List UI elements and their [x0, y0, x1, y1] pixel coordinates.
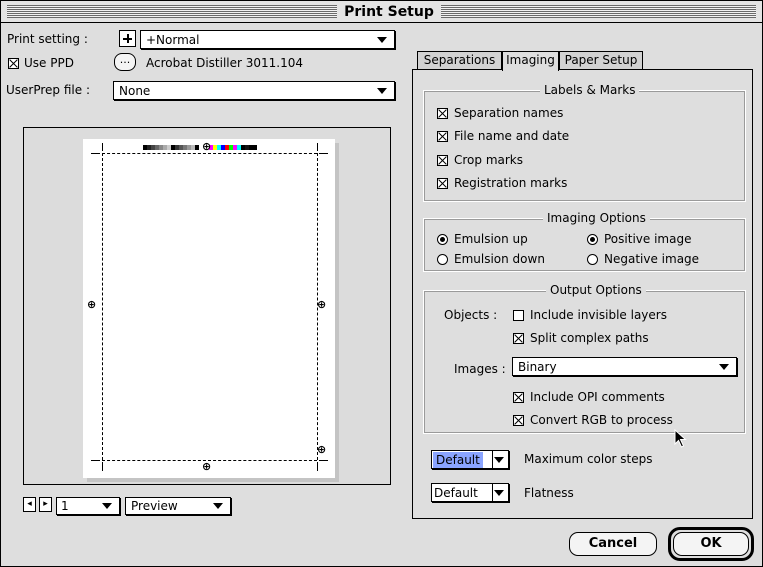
registration-mark: ⊕	[317, 298, 327, 311]
emulsion-down-radio[interactable]	[437, 254, 448, 265]
print-setup-window: Print Setup Print setting : +Normal Use …	[0, 0, 763, 567]
crop-mark	[317, 462, 318, 471]
add-setting-button[interactable]	[119, 30, 136, 47]
split-complex-paths-checkbox[interactable]	[513, 333, 524, 344]
ppd-select-button[interactable]: ...	[114, 53, 136, 71]
window-title: Print Setup	[337, 2, 441, 22]
use-ppd-label: Use PPD	[24, 56, 74, 70]
imaging-options-group: Imaging Options Emulsion up Emulsion dow…	[423, 211, 746, 272]
page-right-icon: ▸	[43, 499, 48, 509]
registration-mark: ⊕	[202, 140, 212, 153]
file-name-date-label: File name and date	[454, 129, 570, 143]
positive-image-radio[interactable]	[587, 234, 598, 245]
popup-divider	[492, 451, 493, 468]
include-invisible-layers-checkbox[interactable]	[513, 310, 524, 321]
separation-names-checkbox[interactable]	[437, 108, 448, 119]
ok-button[interactable]: OK	[673, 532, 749, 556]
crop-marks-checkbox[interactable]	[437, 155, 448, 166]
ppd-name: Acrobat Distiller 3011.104	[146, 56, 304, 70]
max-color-steps-popup[interactable]: Default	[431, 450, 509, 469]
emulsion-up-radio[interactable]	[437, 234, 448, 245]
page-number: 1	[61, 499, 69, 513]
tab-paper-setup[interactable]: Paper Setup	[559, 51, 643, 70]
crop-marks-label: Crop marks	[454, 153, 523, 167]
view-mode-value: Preview	[131, 499, 178, 513]
userprep-label: UserPrep file :	[6, 83, 90, 97]
chevron-down-icon	[377, 88, 387, 94]
gray-calibration-bar	[143, 145, 199, 150]
chevron-down-icon	[719, 364, 729, 370]
registration-mark: ⊕	[202, 460, 212, 473]
max-color-steps-value: Default	[433, 452, 483, 468]
file-name-date-checkbox[interactable]	[437, 131, 448, 142]
trim-line	[102, 153, 103, 460]
tab-separations[interactable]: Separations	[417, 51, 502, 70]
next-page-button[interactable]: ▸	[39, 497, 52, 512]
separation-names-label: Separation names	[454, 106, 564, 120]
labels-marks-group: Labels & Marks Separation names File nam…	[423, 83, 746, 202]
images-label: Images :	[454, 362, 506, 376]
flatness-popup[interactable]: Default	[431, 483, 509, 502]
crop-mark	[91, 460, 100, 461]
crop-mark	[91, 153, 100, 154]
preview-page: ⊕ ⊕ ⊕ ⊕ ⊕	[83, 139, 335, 478]
print-setting-value: +Normal	[146, 33, 200, 47]
registration-marks-label: Registration marks	[454, 176, 568, 190]
imaging-options-title: Imaging Options	[543, 211, 650, 225]
view-mode-popup[interactable]: Preview	[125, 497, 231, 515]
images-popup[interactable]: Binary	[512, 357, 737, 376]
output-options-title: Output Options	[546, 283, 646, 297]
registration-mark: ⊕	[87, 298, 97, 311]
labels-marks-title: Labels & Marks	[540, 83, 640, 97]
popup-divider	[492, 484, 493, 501]
chevron-down-icon	[102, 503, 112, 509]
tab-imaging[interactable]: Imaging	[502, 51, 559, 71]
convert-rgb-checkbox[interactable]	[513, 415, 524, 426]
negative-image-label: Negative image	[604, 252, 700, 266]
flatness-label: Flatness	[524, 486, 574, 500]
chevron-down-icon	[494, 490, 504, 496]
registration-mark: ⊕	[317, 443, 327, 456]
crop-mark	[319, 460, 328, 461]
emulsion-up-label: Emulsion up	[454, 232, 528, 246]
title-bar-stripes	[441, 5, 756, 18]
include-invisible-layers-label: Include invisible layers	[530, 308, 667, 322]
imaging-tab-panel: Labels & Marks Separation names File nam…	[412, 69, 753, 519]
color-calibration-bar	[209, 145, 257, 150]
crop-mark	[319, 153, 328, 154]
previous-page-button[interactable]: ◂	[23, 497, 36, 512]
title-bar-stripes	[7, 5, 337, 18]
max-color-steps-label: Maximum color steps	[524, 452, 653, 466]
images-value: Binary	[518, 360, 557, 374]
emulsion-down-label: Emulsion down	[454, 252, 545, 266]
include-opi-comments-label: Include OPI comments	[530, 390, 665, 404]
title-bar[interactable]: Print Setup	[1, 1, 762, 23]
trim-line	[102, 153, 317, 154]
crop-mark	[102, 462, 103, 471]
chevron-down-icon	[213, 503, 223, 509]
flatness-value: Default	[434, 486, 478, 500]
use-ppd-checkbox[interactable]	[8, 58, 19, 69]
page-number-popup[interactable]: 1	[56, 497, 120, 515]
output-options-group: Output Options Objects : Include invisib…	[423, 283, 746, 434]
convert-rgb-label: Convert RGB to process	[530, 413, 673, 427]
cancel-button[interactable]: Cancel	[569, 532, 657, 556]
chevron-down-icon	[377, 37, 387, 43]
userprep-value: None	[119, 84, 151, 98]
positive-image-label: Positive image	[604, 232, 692, 246]
print-setting-label: Print setting :	[7, 32, 88, 46]
crop-mark	[102, 143, 103, 151]
chevron-down-icon	[494, 457, 504, 463]
mouse-cursor-icon	[674, 429, 687, 448]
print-setting-popup[interactable]: +Normal	[140, 30, 395, 49]
userprep-popup[interactable]: None	[113, 81, 395, 100]
page-preview: ⊕ ⊕ ⊕ ⊕ ⊕	[23, 127, 391, 485]
page-left-icon: ◂	[27, 499, 32, 509]
split-complex-paths-label: Split complex paths	[530, 331, 649, 345]
crop-mark	[317, 143, 318, 151]
registration-marks-checkbox[interactable]	[437, 178, 448, 189]
negative-image-radio[interactable]	[587, 254, 598, 265]
include-opi-comments-checkbox[interactable]	[513, 392, 524, 403]
objects-label: Objects :	[444, 308, 498, 322]
